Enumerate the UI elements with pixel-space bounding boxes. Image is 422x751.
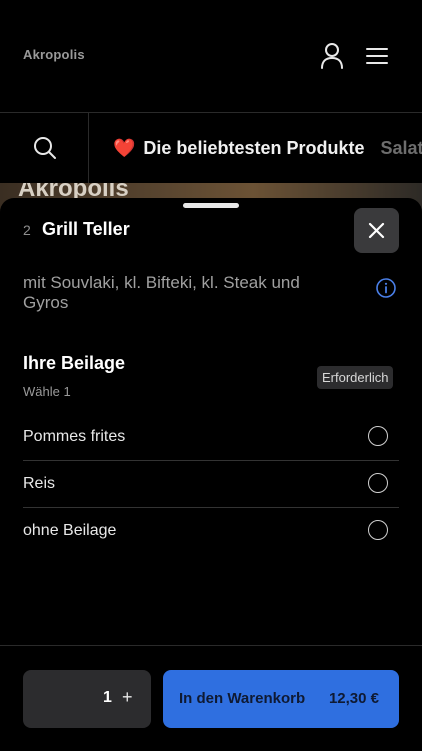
product-number: 2 bbox=[23, 222, 31, 238]
radio-button[interactable] bbox=[368, 520, 388, 540]
option-label: ohne Beilage bbox=[23, 522, 117, 539]
menu-icon[interactable] bbox=[362, 41, 392, 71]
product-description: mit Souvlaki, kl. Bifteki, kl. Steak und… bbox=[23, 273, 300, 312]
category-tab-popular[interactable]: ❤️ Die beliebtesten Produkte bbox=[113, 138, 364, 159]
brand-name: Akropolis bbox=[23, 47, 85, 62]
category-bar: ❤️ Die beliebtesten Produkte Salat bbox=[0, 113, 422, 184]
search-button[interactable] bbox=[0, 113, 89, 183]
increment-button[interactable]: + bbox=[122, 687, 133, 708]
heart-icon: ❤️ bbox=[113, 137, 136, 158]
category-label: Salat bbox=[380, 137, 422, 158]
required-badge: Erforderlich bbox=[317, 366, 394, 389]
close-icon bbox=[368, 222, 385, 239]
option-ohne-beilage[interactable]: ohne Beilage bbox=[23, 508, 399, 554]
option-label: Reis bbox=[23, 475, 56, 492]
quantity-stepper: 1 + bbox=[23, 670, 151, 728]
total-price: 12,30 € bbox=[328, 690, 379, 707]
product-title: Grill Teller bbox=[42, 219, 130, 239]
category-tab-salat[interactable]: Salat bbox=[380, 138, 422, 159]
option-label: Pommes frites bbox=[23, 428, 126, 445]
user-icon[interactable] bbox=[317, 41, 347, 71]
add-to-cart-button[interactable]: In den Warenkorb 12,30 € bbox=[163, 670, 399, 728]
sheet-grabber[interactable] bbox=[183, 203, 239, 208]
radio-button[interactable] bbox=[368, 473, 388, 493]
add-to-cart-label: In den Warenkorb bbox=[179, 690, 306, 707]
option-reis[interactable]: Reis bbox=[23, 461, 399, 508]
close-button[interactable] bbox=[354, 208, 399, 253]
side-dish-title: Ihre Beilage bbox=[23, 353, 126, 373]
quantity-value: 1 bbox=[103, 689, 112, 706]
info-icon[interactable] bbox=[375, 277, 397, 304]
radio-button[interactable] bbox=[368, 426, 388, 446]
side-dish-options: Pommes frites Reis ohne Beilage bbox=[23, 414, 399, 554]
category-label: Die beliebtesten Produkte bbox=[143, 137, 365, 158]
bottom-action-bar: 1 + In den Warenkorb 12,30 € bbox=[0, 645, 422, 751]
side-dish-subtitle: Wähle 1 bbox=[23, 384, 71, 399]
category-list: ❤️ Die beliebtesten Produkte Salat bbox=[113, 113, 422, 183]
app-header: Akropolis bbox=[0, 0, 422, 113]
search-icon bbox=[34, 137, 56, 159]
option-pommes-frites[interactable]: Pommes frites bbox=[23, 414, 399, 461]
